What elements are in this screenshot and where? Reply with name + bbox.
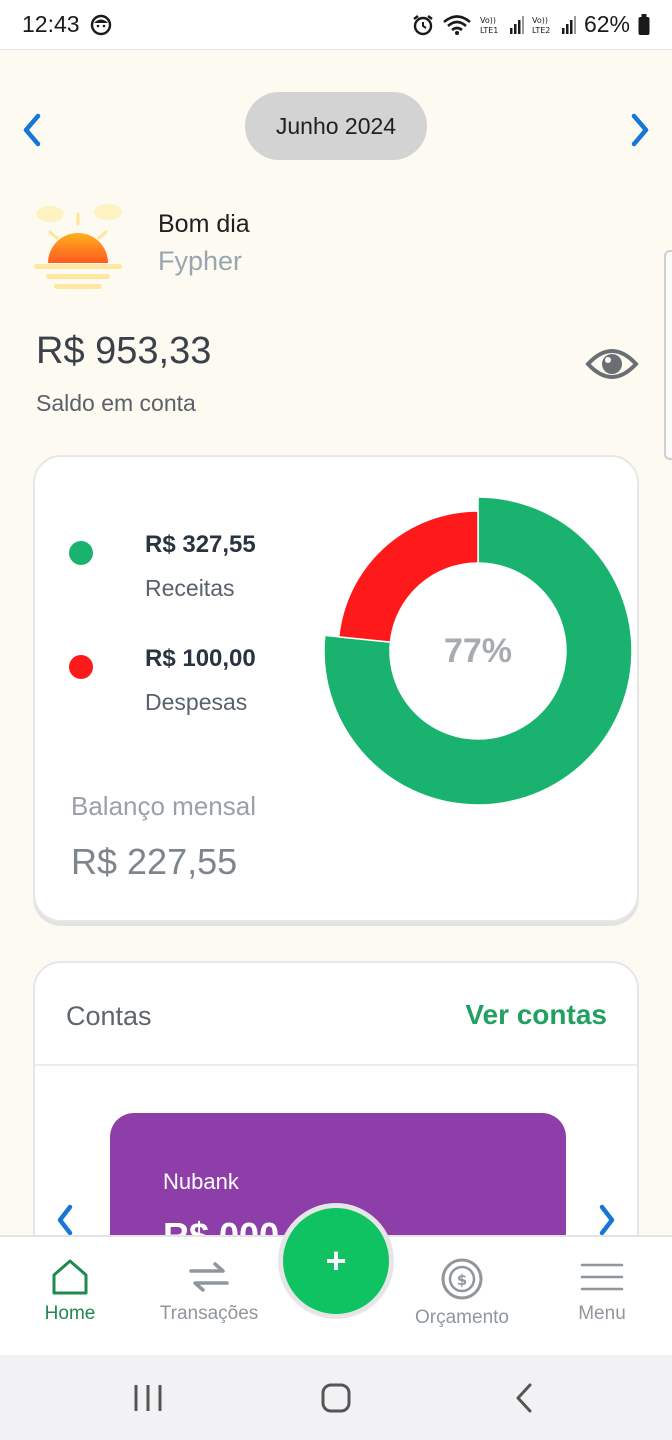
sunrise-icon (34, 204, 122, 289)
greeting: Bom dia Fypher (30, 200, 630, 300)
income-dot (69, 541, 93, 565)
svg-text:LTE2: LTE2 (532, 26, 550, 35)
status-left: 12:43 (22, 11, 112, 38)
income-label: Receitas (145, 575, 235, 601)
expense-label: Despesas (145, 689, 248, 715)
accounts-header: Contas Ver contas (35, 963, 637, 1066)
back-icon[interactable] (508, 1381, 544, 1415)
system-navigation-bar (0, 1355, 672, 1440)
side-panel-handle[interactable] (664, 250, 672, 460)
transfer-icon (189, 1262, 229, 1292)
battery-percent: 62% (583, 11, 630, 37)
eye-icon[interactable] (584, 340, 640, 388)
income-amount: R$ 327,55 (145, 531, 256, 558)
status-bar: 12:43 Vo)) LTE1 Vo)) LTE2 62% (0, 0, 672, 50)
svg-text:Vo)): Vo)) (480, 16, 496, 25)
see-accounts-link[interactable]: Ver contas (465, 999, 607, 1031)
monthly-balance-label: Balanço mensal (71, 791, 256, 821)
chevron-left-icon[interactable] (53, 1203, 77, 1237)
signal-lte2-icon: Vo)) LTE2 (532, 15, 576, 35)
status-time: 12:43 (22, 11, 80, 37)
svg-text:Vo)): Vo)) (532, 16, 548, 25)
battery-icon (638, 13, 650, 35)
alarm-icon (413, 14, 433, 35)
menu-icon (580, 1263, 624, 1291)
svg-text:LTE1: LTE1 (480, 26, 498, 35)
face-icon (90, 14, 111, 35)
recents-icon[interactable] (130, 1381, 166, 1415)
accounts-title: Contas (66, 1001, 152, 1031)
chevron-right-icon[interactable] (595, 1203, 619, 1237)
donut-percent: 77% (443, 631, 513, 670)
greeting-title: Bom dia (158, 210, 250, 238)
nav-menu[interactable]: Menu (532, 1257, 672, 1347)
month-label: Junho 2024 (275, 112, 397, 139)
add-transaction-button[interactable]: + (278, 1203, 394, 1319)
expense-amount: R$ 100,00 (145, 645, 256, 672)
month-navigation: Junho 2024 (0, 92, 672, 162)
nav-transactions[interactable]: Transações (139, 1257, 279, 1347)
account-balance: R$ 953,33 (36, 330, 212, 372)
nav-budget[interactable]: $ Orçamento (392, 1257, 532, 1347)
wifi-icon (443, 14, 471, 35)
nav-menu-label: Menu (578, 1303, 626, 1324)
status-right: Vo)) LTE1 Vo)) LTE2 62% (412, 11, 650, 38)
svg-text:$: $ (457, 1271, 467, 1289)
month-selector[interactable]: Junho 2024 (245, 92, 427, 160)
account-balance-label: Saldo em conta (36, 390, 196, 416)
home-icon (52, 1259, 88, 1295)
expense-dot (69, 655, 93, 679)
monthly-summary-card: R$ 327,55 Receitas R$ 100,00 Despesas Ba… (33, 455, 639, 922)
monthly-balance-value: R$ 227,55 (71, 841, 238, 882)
nav-home[interactable]: Home (0, 1257, 140, 1347)
nav-home-label: Home (44, 1303, 96, 1324)
home-button-icon[interactable] (318, 1381, 354, 1415)
user-name: Fypher (158, 246, 243, 276)
nav-transactions-label: Transações (159, 1303, 259, 1324)
account-name: Nubank (163, 1169, 239, 1194)
chevron-right-icon[interactable] (626, 112, 654, 148)
add-label: + (325, 1240, 347, 1281)
signal-lte1-icon: Vo)) LTE1 (480, 15, 524, 35)
nav-budget-label: Orçamento (415, 1307, 509, 1328)
chevron-left-icon[interactable] (18, 112, 46, 148)
budget-icon: $ (441, 1258, 483, 1300)
